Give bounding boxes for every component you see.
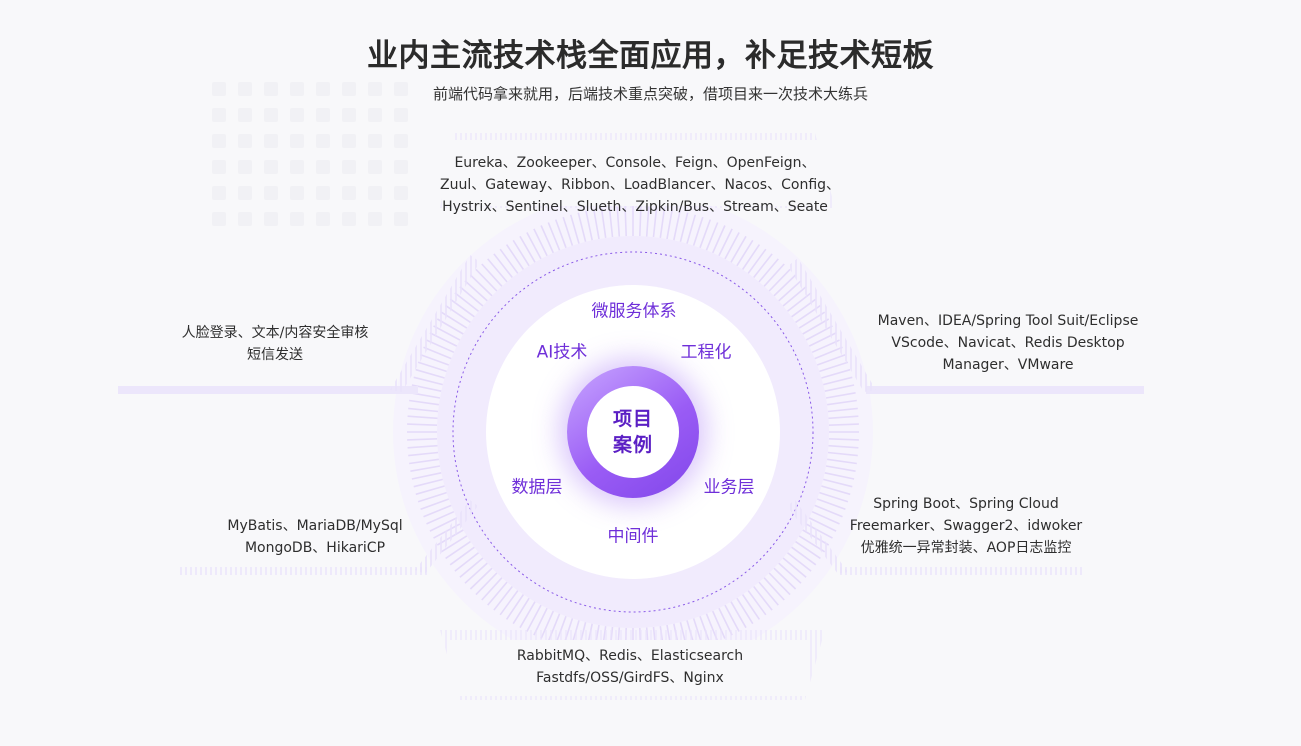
tech-line: Fastdfs/OSS/GirdFS、Nginx — [536, 670, 724, 686]
core-inner: 项目 案例 — [587, 386, 679, 478]
tech-stack-page: 业内主流技术栈全面应用，补足技术短板 前端代码拿来就用，后端技术重点突破，借项目… — [0, 0, 1301, 746]
tech-line: VScode、Navicat、Redis Desktop — [891, 335, 1125, 351]
tech-line: Eureka、Zookeeper、Console、Feign、OpenFeign… — [454, 155, 816, 171]
right-band — [866, 386, 1144, 394]
label-microservice: 微服务体系 — [591, 301, 677, 322]
core-circle: 项目 案例 — [567, 366, 699, 498]
ring-tick — [828, 423, 859, 426]
tech-line: Freemarker、Swagger2、idwoker — [849, 518, 1083, 534]
lower-right-stripes — [838, 567, 1084, 575]
middleware-tech-list: RabbitMQ、Redis、Elasticsearch Fastdfs/OSS… — [490, 645, 770, 689]
core-text-line1: 项目 — [612, 408, 653, 430]
ai-tech-list: 人脸登录、文本/内容安全审核 短信发送 — [165, 322, 385, 366]
tech-line: Zuul、Gateway、Ribbon、LoadBlancer、Nacos、Co… — [440, 177, 841, 193]
page-title: 业内主流技术栈全面应用，补足技术短板 — [367, 38, 934, 74]
ring-tick — [828, 438, 859, 441]
label-business-layer: 业务层 — [703, 477, 755, 498]
tech-line: Maven、IDEA/Spring Tool Suit/Eclipse — [877, 313, 1139, 329]
label-engineering: 工程化 — [680, 342, 732, 363]
data-layer-tech-list: MyBatis、MariaDB/MySql MongoDB、HikariCP — [200, 515, 430, 559]
ring-tick — [407, 438, 438, 441]
label-data-layer: 数据层 — [511, 477, 563, 498]
core-text-line2: 案例 — [612, 434, 653, 456]
lower-left-stripes — [180, 567, 430, 575]
tech-line: MyBatis、MariaDB/MySql — [227, 518, 403, 534]
tech-line: 人脸登录、文本/内容安全审核 — [181, 325, 369, 341]
business-layer-tech-list: Spring Boot、Spring Cloud Freemarker、Swag… — [836, 493, 1096, 559]
tech-line: Hystrix、Sentinel、Slueth、Zipkin/Bus、Strea… — [442, 199, 828, 215]
tech-line: 优雅统一异常封装、AOP日志监控 — [860, 540, 1072, 556]
tech-line: Spring Boot、Spring Cloud — [873, 496, 1059, 512]
microservice-tech-list: Eureka、Zookeeper、Console、Feign、OpenFeign… — [440, 152, 841, 218]
tech-line: Manager、VMware — [942, 357, 1074, 373]
tech-line: 短信发送 — [247, 347, 303, 363]
engineering-tech-list: Maven、IDEA/Spring Tool Suit/Eclipse VSco… — [868, 310, 1148, 376]
ring-tick — [407, 423, 438, 426]
page-subtitle: 前端代码拿来就用，后端技术重点突破，借项目来一次技术大练兵 — [432, 85, 868, 103]
label-ai: AI技术 — [536, 342, 588, 363]
left-band — [118, 386, 418, 394]
tech-line: RabbitMQ、Redis、Elasticsearch — [516, 648, 744, 664]
label-middleware: 中间件 — [607, 526, 659, 547]
tech-line: MongoDB、HikariCP — [244, 540, 386, 556]
